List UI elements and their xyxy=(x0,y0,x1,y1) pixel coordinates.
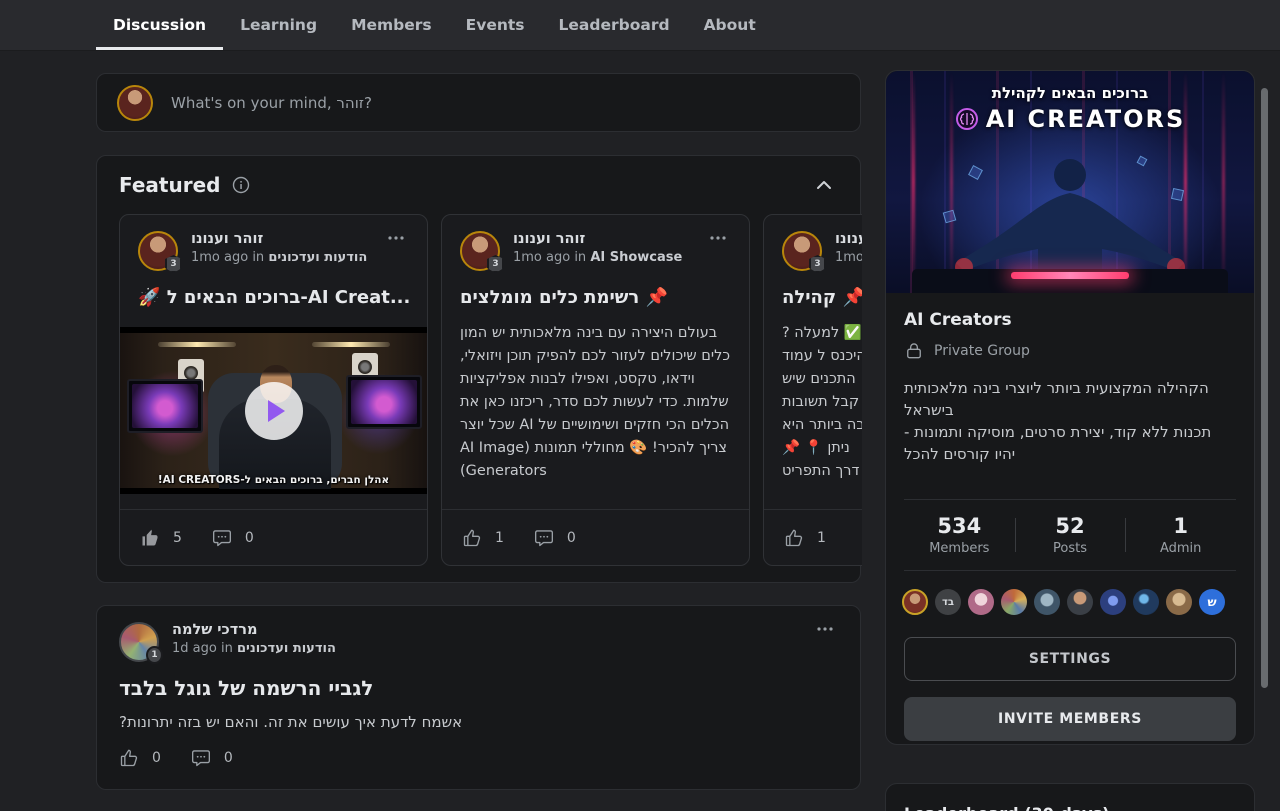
collapse-chevron-icon[interactable] xyxy=(812,176,836,194)
tab-label: About xyxy=(704,16,756,34)
tab-label: Leaderboard xyxy=(559,16,670,34)
play-button[interactable] xyxy=(245,382,303,440)
privacy-label: Private Group xyxy=(934,343,1030,359)
category-link[interactable]: AI Showcase xyxy=(590,250,682,265)
leaderboard-card: Leaderboard (30-days) xyxy=(885,783,1255,811)
group-info-card: ברוכים הבאים לקהילת AI CREATORS AI Creat… xyxy=(885,70,1255,745)
like-button[interactable]: 0 xyxy=(119,748,161,768)
like-count: 5 xyxy=(173,530,182,546)
post-meta: 1mo ago in AI Showcase xyxy=(513,250,682,265)
member-avatar[interactable] xyxy=(902,589,928,615)
comment-count: 0 xyxy=(245,530,254,546)
composer-prompt: What's on your mind, זוהר? xyxy=(171,94,372,112)
member-avatar[interactable] xyxy=(1067,589,1093,615)
stat-members[interactable]: 534 Members xyxy=(904,514,1015,556)
comment-button[interactable]: 0 xyxy=(534,528,576,548)
post-body: אשמח לדעת איך עושים את זה. והאם יש בזה י… xyxy=(119,713,838,731)
member-avatar[interactable]: בד xyxy=(935,589,961,615)
cover-figure xyxy=(920,149,1220,289)
play-icon xyxy=(268,400,285,422)
stat-admin[interactable]: 1 Admin xyxy=(1125,514,1236,556)
post-title[interactable]: רשימת כלים מומלצים 📌 xyxy=(442,287,749,308)
video-caption: אהלן חברים, ברוכים הבאים ל-AI CREATORS! xyxy=(120,474,427,486)
group-stats: 534 Members 52 Posts 1 Admin xyxy=(904,499,1236,571)
like-button[interactable]: 1 xyxy=(784,528,826,548)
more-options-button[interactable] xyxy=(705,231,731,245)
featured-title: Featured xyxy=(119,173,220,197)
category-link[interactable]: הודעות ועדכונים xyxy=(237,641,336,656)
tab-label: Members xyxy=(351,16,432,34)
like-count: 1 xyxy=(495,530,504,546)
category-link[interactable]: הודעות ועדכונים xyxy=(268,250,367,265)
comment-count: 0 xyxy=(567,530,576,546)
post-meta: 1mo ago in xyxy=(835,250,862,265)
member-avatar[interactable] xyxy=(1001,589,1027,615)
invite-members-button[interactable]: INVITE MEMBERS xyxy=(904,697,1236,741)
featured-section: Featured 3 זוהר וענונו 1mo ago in הודעות… xyxy=(96,155,861,583)
post-title[interactable]: 🚀 ברוכים הבאים ל-AI Creat... xyxy=(120,287,427,308)
tab-members[interactable]: Members xyxy=(334,0,449,50)
more-options-button[interactable] xyxy=(383,231,409,245)
tab-label: Discussion xyxy=(113,16,206,34)
post-title[interactable]: קהילה 📌 xyxy=(764,287,862,308)
member-avatar[interactable] xyxy=(1100,589,1126,615)
tab-about[interactable]: About xyxy=(687,0,773,50)
tab-label: Learning xyxy=(240,16,317,34)
featured-post-card[interactable]: 3 זוהר וענונו 1mo ago in קהילה 📌 ✅ למעלה… xyxy=(763,214,862,566)
tab-discussion[interactable]: Discussion xyxy=(96,0,223,50)
featured-carousel: 3 זוהר וענונו 1mo ago in הודעות ועדכונים… xyxy=(119,214,862,566)
brain-logo-icon xyxy=(955,107,979,131)
author-name[interactable]: זוהר וענונו xyxy=(513,231,682,247)
more-options-button[interactable] xyxy=(812,622,838,636)
cover-welcome-text: ברוכים הבאים לקהילת xyxy=(886,84,1254,102)
stat-posts[interactable]: 52 Posts xyxy=(1015,514,1126,556)
level-badge: 1 xyxy=(146,646,163,664)
like-count: 1 xyxy=(817,530,826,546)
post-meta: 1mo ago in הודעות ועדכונים xyxy=(191,250,367,265)
feed-post-card[interactable]: 1 מרדכי שלמה 1d ago in הודעות ועדכונים ל… xyxy=(96,605,861,790)
member-avatars-row: בד ש xyxy=(902,589,1225,615)
post-excerpt: ✅ למעלה ? היכנס ל עמוד התכנים שיש קבל תש… xyxy=(764,322,862,483)
group-name: AI Creators xyxy=(904,310,1236,330)
lock-icon xyxy=(904,341,924,361)
tab-learning[interactable]: Learning xyxy=(223,0,334,50)
featured-post-card[interactable]: 3 זוהר וענונו 1mo ago in הודעות ועדכונים… xyxy=(119,214,428,566)
cover-brand-text: AI CREATORS xyxy=(986,105,1186,133)
featured-post-card[interactable]: 3 זוהר וענונו 1mo ago in AI Showcase רשי… xyxy=(441,214,750,566)
tab-label: Events xyxy=(466,16,525,34)
tab-leaderboard[interactable]: Leaderboard xyxy=(542,0,687,50)
info-icon[interactable] xyxy=(228,172,254,198)
member-avatar[interactable] xyxy=(968,589,994,615)
like-count: 0 xyxy=(152,750,161,766)
leaderboard-title: Leaderboard (30-days) xyxy=(904,804,1236,811)
comment-button[interactable]: 0 xyxy=(191,748,233,768)
comment-button[interactable]: 0 xyxy=(212,528,254,548)
group-description: הקהילה המקצועית ביותר ליוצרי בינה מלאכות… xyxy=(904,377,1236,465)
tab-bar: Discussion Learning Members Events Leade… xyxy=(0,0,1280,51)
member-avatar[interactable] xyxy=(1034,589,1060,615)
like-button[interactable]: 5 xyxy=(140,528,182,548)
post-meta: 1d ago in הודעות ועדכונים xyxy=(172,641,336,656)
member-avatar[interactable] xyxy=(1133,589,1159,615)
member-avatar[interactable]: ש xyxy=(1199,589,1225,615)
like-button[interactable]: 1 xyxy=(462,528,504,548)
scrollbar-thumb[interactable] xyxy=(1261,88,1268,688)
current-user-avatar[interactable] xyxy=(117,85,153,121)
group-cover-image: ברוכים הבאים לקהילת AI CREATORS xyxy=(886,71,1254,293)
member-avatar[interactable] xyxy=(1166,589,1192,615)
settings-button[interactable]: SETTINGS xyxy=(904,637,1236,681)
author-name[interactable]: מרדכי שלמה xyxy=(172,622,336,638)
post-composer[interactable]: What's on your mind, זוהר? xyxy=(96,73,861,132)
author-name[interactable]: זוהר וענונו xyxy=(835,231,862,247)
tab-events[interactable]: Events xyxy=(449,0,542,50)
comment-count: 0 xyxy=(224,750,233,766)
video-thumbnail[interactable]: אהלן חברים, ברוכים הבאים ל-AI CREATORS! xyxy=(120,327,427,494)
author-name[interactable]: זוהר וענונו xyxy=(191,231,367,247)
post-excerpt: בעולם היצירה עם בינה מלאכותית יש המון כל… xyxy=(442,322,749,483)
post-title[interactable]: לגביי הרשמה של גוגל בלבד xyxy=(119,676,838,700)
